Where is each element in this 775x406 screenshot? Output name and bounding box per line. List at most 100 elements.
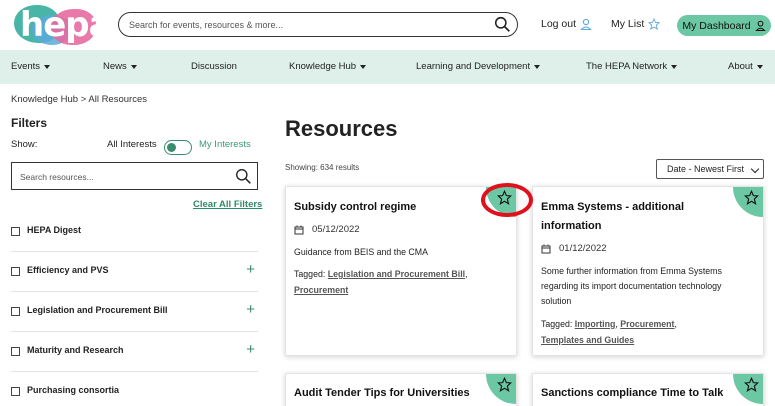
filter-item[interactable]: Legislation and Procurement Bill + xyxy=(11,292,258,332)
card-tags-line: Templates and Guides xyxy=(541,332,677,348)
site-search-input[interactable] xyxy=(129,16,489,34)
card-title[interactable]: Audit Tender Tips for Universities xyxy=(294,384,470,403)
card-title-line: Emma Systems - additional xyxy=(541,201,685,213)
card-description-line: Some further information from Emma Syste… xyxy=(541,266,722,276)
expand-plus-icon[interactable]: + xyxy=(246,302,255,317)
my-list-link[interactable]: My List xyxy=(611,18,661,30)
card-title[interactable]: Subsidy control regime xyxy=(294,198,416,217)
nav-item-learning-development[interactable]: Learning and Development xyxy=(416,61,541,72)
filter-checkbox[interactable] xyxy=(11,227,20,236)
caret-down-icon xyxy=(360,64,367,69)
expand-plus-icon[interactable]: + xyxy=(246,342,255,357)
resource-search-input[interactable] xyxy=(20,169,220,184)
sort-value: Date - Newest First xyxy=(667,164,745,174)
tag-link[interactable]: Templates and Guides xyxy=(541,335,634,345)
caret-down-icon xyxy=(534,64,541,69)
card-title-line: Audit Tender Tips for Universities xyxy=(294,387,470,399)
my-dashboard-label: My Dashboard xyxy=(682,19,751,32)
caret-down-icon xyxy=(756,64,763,69)
nav-item-label: The HEPA Network xyxy=(586,61,668,72)
card-tags: Tagged: Importing, Procurement, Template… xyxy=(541,316,677,348)
expand-plus-icon[interactable]: + xyxy=(246,262,255,277)
filter-item[interactable]: Maturity and Research + xyxy=(11,332,258,372)
favourite-corner[interactable] xyxy=(733,187,763,217)
resource-card[interactable]: Subsidy control regime 05/12/2022 Guidan… xyxy=(285,186,517,356)
user-icon xyxy=(754,20,766,31)
filter-label: Maturity and Research xyxy=(27,345,124,355)
calendar-icon xyxy=(294,225,304,234)
search-icon[interactable] xyxy=(494,16,511,33)
filters-title: Filters xyxy=(11,116,48,130)
caret-down-icon xyxy=(44,64,51,69)
card-title[interactable]: Sanctions compliance Time to Talk xyxy=(541,384,723,403)
logout-link[interactable]: Log out xyxy=(541,18,592,30)
card-title-line: Subsidy control regime xyxy=(294,201,417,213)
interests-toggle[interactable] xyxy=(164,140,192,155)
resource-search[interactable] xyxy=(11,162,258,190)
filter-item[interactable]: HEPA Digest xyxy=(11,212,258,252)
filter-label: Efficiency and PVS xyxy=(27,265,109,275)
filter-checkbox[interactable] xyxy=(11,387,20,396)
resource-card[interactable]: Emma Systems - additional information 01… xyxy=(532,186,764,356)
main-nav: Events News Discussion Knowledge Hub Lea… xyxy=(0,50,775,84)
card-tags-line: Procurement xyxy=(294,282,468,298)
caret-down-icon xyxy=(671,64,678,69)
card-date: 01/12/2022 xyxy=(541,243,607,254)
hepa-logo[interactable]: hepa xyxy=(14,3,112,45)
show-label: Show: xyxy=(11,139,38,150)
breadcrumb[interactable]: Knowledge Hub > All Resources xyxy=(11,94,147,105)
site-search[interactable] xyxy=(118,12,518,37)
calendar-icon xyxy=(541,244,551,253)
star-icon xyxy=(648,18,661,30)
chevron-down-icon xyxy=(750,164,760,174)
resource-card[interactable]: Sanctions compliance Time to Talk xyxy=(532,373,764,406)
nav-item-about[interactable]: About xyxy=(728,61,763,72)
my-list-label: My List xyxy=(611,18,645,30)
caret-down-icon xyxy=(130,64,137,69)
filter-item[interactable]: Efficiency and PVS + xyxy=(11,252,258,292)
all-interests-label[interactable]: All Interests xyxy=(107,139,157,150)
tagged-label: Tagged: xyxy=(294,269,326,279)
nav-item-label: Knowledge Hub xyxy=(289,61,357,72)
my-dashboard-button[interactable]: My Dashboard xyxy=(677,15,771,36)
card-title-line: information xyxy=(541,220,602,232)
nav-item-knowledge-hub[interactable]: Knowledge Hub xyxy=(289,61,367,72)
sort-select[interactable]: Date - Newest First xyxy=(656,159,764,179)
filter-label: Legislation and Procurement Bill xyxy=(27,305,168,315)
card-description: Guidance from BEIS and the CMA xyxy=(294,245,428,260)
tag-link[interactable]: Procurement xyxy=(294,285,348,295)
nav-item-label: Learning and Development xyxy=(416,61,531,72)
nav-item-label: About xyxy=(728,61,753,72)
card-title[interactable]: Emma Systems - additional information xyxy=(541,198,684,236)
filter-checkbox[interactable] xyxy=(11,307,20,316)
tag-link[interactable]: Procurement xyxy=(620,319,674,329)
tag-link[interactable]: Importing xyxy=(575,319,616,329)
tag-link[interactable]: Legislation and Procurement Bill xyxy=(328,269,465,279)
logo-text: hepa xyxy=(20,5,112,45)
filter-label: HEPA Digest xyxy=(27,225,82,235)
my-interests-label[interactable]: My Interests xyxy=(199,139,251,150)
favourite-corner[interactable] xyxy=(733,374,763,404)
star-icon[interactable] xyxy=(497,377,512,392)
clear-all-filters-link[interactable]: Clear All Filters xyxy=(193,199,262,210)
card-description-line: solution xyxy=(541,296,572,306)
search-icon[interactable] xyxy=(235,168,252,185)
filter-item[interactable]: Purchasing consortia xyxy=(11,372,258,406)
filter-label: Purchasing consortia xyxy=(27,385,120,395)
card-date-text: 05/12/2022 xyxy=(312,224,360,235)
filter-list: HEPA Digest Efficiency and PVS + Legisla… xyxy=(11,212,258,406)
nav-item-news[interactable]: News xyxy=(103,61,137,72)
resource-card[interactable]: Audit Tender Tips for Universities xyxy=(285,373,517,406)
nav-item-discussion[interactable]: Discussion xyxy=(191,61,237,72)
favourite-corner[interactable] xyxy=(486,374,516,404)
page-title: Resources xyxy=(285,116,398,141)
filter-checkbox[interactable] xyxy=(11,267,20,276)
nav-item-events[interactable]: Events xyxy=(11,61,51,72)
card-description-line: Guidance from BEIS and the CMA xyxy=(294,247,428,257)
card-description-line: regarding its import documentation techn… xyxy=(541,281,722,291)
star-icon[interactable] xyxy=(744,377,759,392)
filter-checkbox[interactable] xyxy=(11,347,20,356)
logout-label: Log out xyxy=(541,18,577,30)
nav-item-hepa-network[interactable]: The HEPA Network xyxy=(586,61,678,72)
star-icon[interactable] xyxy=(744,190,759,205)
